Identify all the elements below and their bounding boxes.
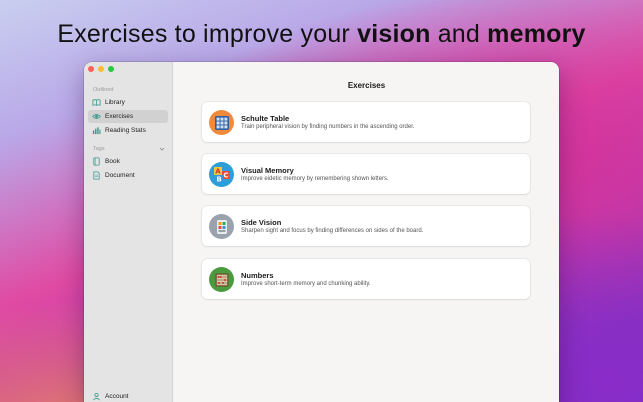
svg-text:A: A [215,167,221,175]
close-window-button[interactable] [88,66,94,72]
window-controls [88,66,114,72]
svg-text:C: C [223,171,228,179]
exercise-description: Improve eidetic memory by remembering sh… [241,176,389,182]
exercise-card-schulte-table[interactable]: Schulte Table Train peripheral vision by… [202,102,530,142]
headline-part1: Exercises to improve your [57,20,358,48]
sidebar-tag-book[interactable]: Book [88,155,168,168]
sidebar-section-outlined: Outlined [93,87,114,93]
exercise-title: Visual Memory [241,166,294,175]
sidebar-item-label: Exercises [105,113,134,120]
headline-bold1: vision [357,20,431,48]
exercise-card-visual-memory[interactable]: A C B Visual Memory Improve eidetic memo… [202,154,530,194]
exercise-description: Train peripheral vision by finding numbe… [241,124,415,130]
sidebar-item-label: Document [105,172,135,179]
book-icon [92,157,101,166]
chevron-down-icon[interactable] [159,146,165,152]
app-window: Outlined Library Exercises Reading Stats… [84,62,559,402]
sidebar-section-tags: Tags [93,146,105,152]
exercise-title: Schulte Table [241,114,290,123]
account-button[interactable]: Account [92,392,129,401]
account-label: Account [105,393,129,400]
sidebar-item-library[interactable]: Library [88,96,168,109]
exercise-description: Improve short-term memory and chunking a… [241,281,371,287]
minimize-window-button[interactable] [98,66,104,72]
exercise-title: Numbers [241,271,274,280]
main-content: Exercises Schulte Table Train peripheral… [174,62,559,402]
book-open-icon [92,98,101,107]
sidebar-item-reading-stats[interactable]: Reading Stats [88,124,168,137]
side-vision-icon [209,214,234,239]
svg-text:B: B [216,175,221,183]
page-title: Exercises [347,81,386,90]
abc-blocks-icon: A C B [209,162,234,187]
sidebar-tag-document[interactable]: Document [88,169,168,182]
exercise-title: Side Vision [241,218,282,227]
abacus-icon [209,267,234,292]
sidebar: Outlined Library Exercises Reading Stats… [84,62,173,402]
exercise-card-numbers[interactable]: Numbers Improve short-term memory and ch… [202,259,530,299]
headline-bold2: memory [487,20,586,48]
document-icon [92,171,101,180]
sidebar-item-label: Library [105,99,125,106]
sidebar-item-exercises[interactable]: Exercises [88,110,168,123]
headline: Exercises to improve your vision and mem… [0,20,643,49]
sidebar-item-label: Reading Stats [105,127,146,134]
headline-part2: and [430,20,488,48]
zoom-window-button[interactable] [108,66,114,72]
person-icon [92,392,101,401]
sidebar-item-label: Book [105,158,120,165]
bar-chart-icon [92,126,101,135]
exercise-card-side-vision[interactable]: Side Vision Sharpen sight and focus by f… [202,206,530,246]
grid-table-icon [209,110,234,135]
exercise-description: Sharpen sight and focus by finding diffe… [241,228,424,234]
eye-icon [92,112,101,121]
